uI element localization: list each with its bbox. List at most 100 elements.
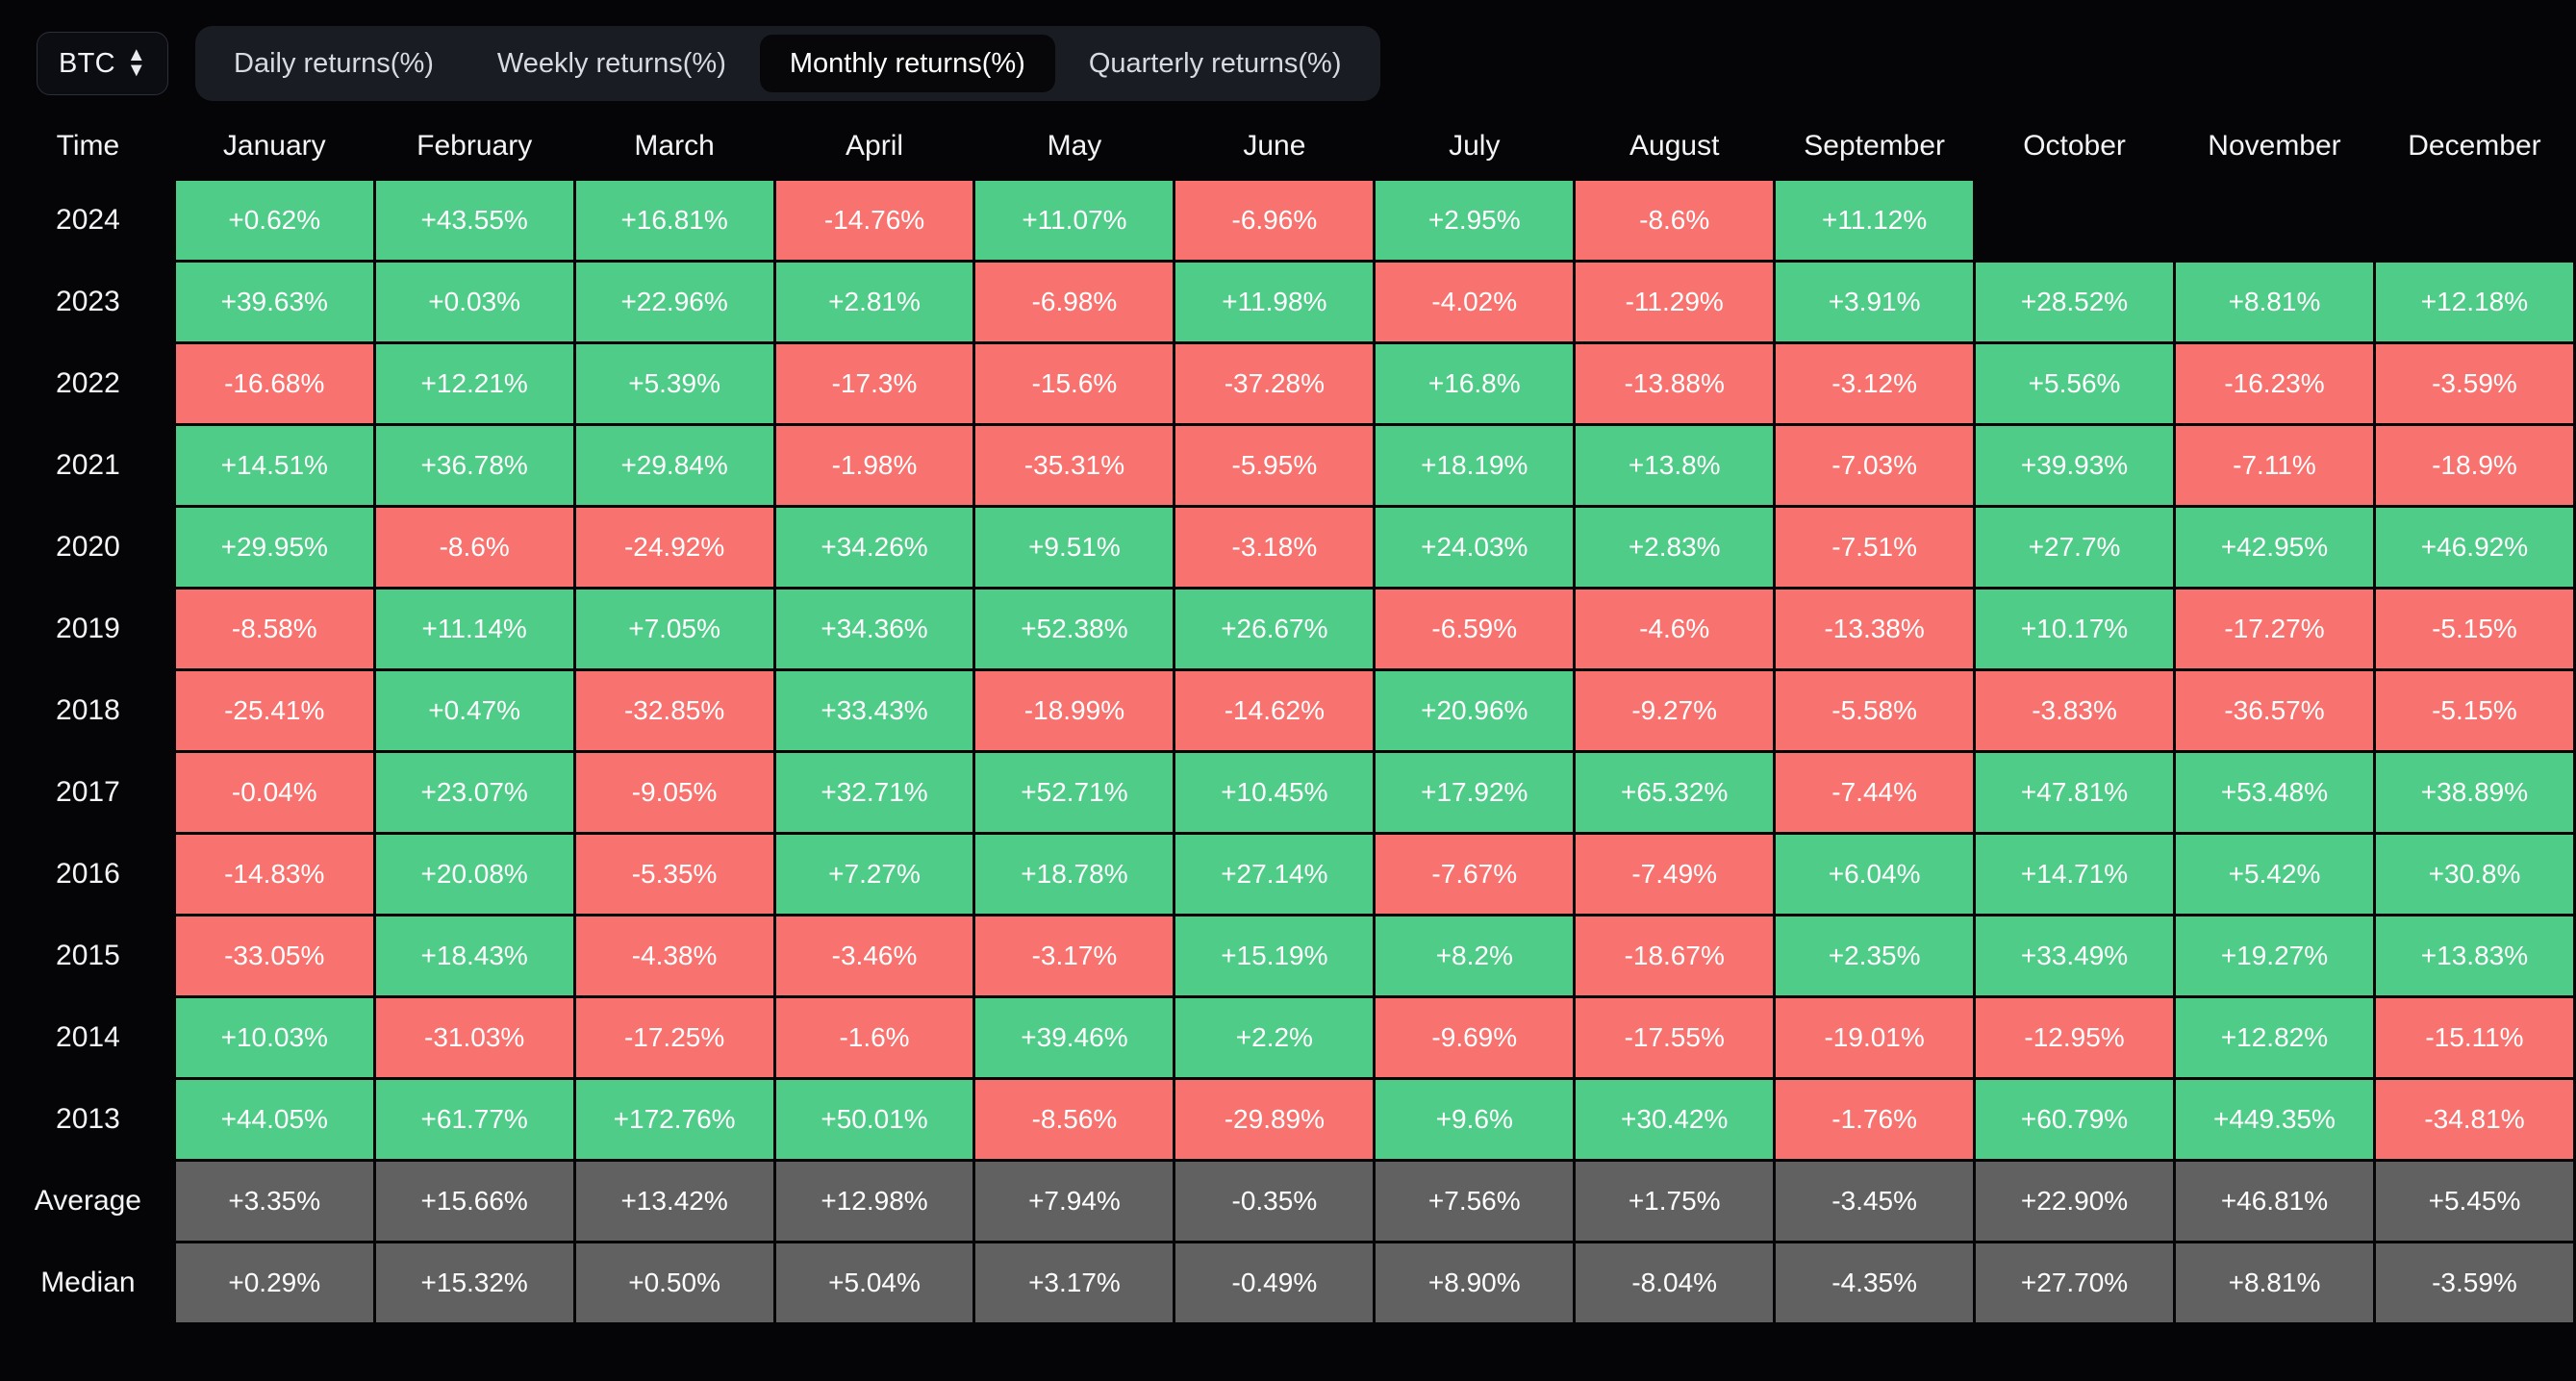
heatmap-cell[interactable]: +8.2% bbox=[1376, 916, 1574, 995]
heatmap-cell[interactable]: -13.38% bbox=[1776, 590, 1974, 668]
heatmap-cell[interactable]: +0.03% bbox=[375, 263, 573, 341]
heatmap-cell[interactable]: -17.3% bbox=[775, 344, 973, 423]
heatmap-cell[interactable]: -3.59% bbox=[2375, 344, 2573, 423]
heatmap-cell[interactable]: +5.42% bbox=[2176, 835, 2373, 914]
heatmap-cell[interactable]: +10.03% bbox=[175, 998, 373, 1077]
heatmap-cell[interactable]: +34.26% bbox=[775, 508, 973, 587]
heatmap-cell[interactable]: +7.56% bbox=[1376, 1162, 1574, 1241]
heatmap-cell[interactable]: -4.35% bbox=[1776, 1243, 1974, 1322]
heatmap-cell[interactable]: +53.48% bbox=[2176, 753, 2373, 832]
heatmap-cell[interactable]: -6.96% bbox=[1175, 181, 1374, 260]
heatmap-cell[interactable]: -8.56% bbox=[975, 1080, 1174, 1159]
heatmap-cell[interactable]: +18.78% bbox=[975, 835, 1174, 914]
heatmap-cell[interactable]: -1.98% bbox=[775, 426, 973, 505]
heatmap-cell[interactable]: -4.6% bbox=[1576, 590, 1774, 668]
heatmap-cell[interactable]: -14.83% bbox=[175, 835, 373, 914]
heatmap-cell[interactable]: +13.8% bbox=[1576, 426, 1774, 505]
heatmap-cell[interactable]: +8.81% bbox=[2176, 1243, 2373, 1322]
heatmap-cell[interactable]: +16.8% bbox=[1376, 344, 1574, 423]
heatmap-cell[interactable]: -3.18% bbox=[1175, 508, 1374, 587]
heatmap-cell[interactable]: +43.55% bbox=[375, 181, 573, 260]
heatmap-cell[interactable]: +11.98% bbox=[1175, 263, 1374, 341]
heatmap-cell[interactable]: -15.11% bbox=[2375, 998, 2573, 1077]
heatmap-cell[interactable]: -5.58% bbox=[1776, 671, 1974, 750]
heatmap-cell[interactable]: +36.78% bbox=[375, 426, 573, 505]
heatmap-cell[interactable]: +50.01% bbox=[775, 1080, 973, 1159]
heatmap-cell[interactable]: +47.81% bbox=[1976, 753, 2174, 832]
heatmap-cell[interactable]: +30.42% bbox=[1576, 1080, 1774, 1159]
heatmap-cell[interactable]: -8.04% bbox=[1576, 1243, 1774, 1322]
heatmap-cell[interactable]: -8.58% bbox=[175, 590, 373, 668]
heatmap-cell[interactable]: +12.21% bbox=[375, 344, 573, 423]
heatmap-cell[interactable]: -3.17% bbox=[975, 916, 1174, 995]
heatmap-cell[interactable]: +10.17% bbox=[1976, 590, 2174, 668]
heatmap-cell[interactable]: +24.03% bbox=[1376, 508, 1574, 587]
heatmap-cell[interactable]: -7.67% bbox=[1376, 835, 1574, 914]
heatmap-cell[interactable]: -16.23% bbox=[2176, 344, 2373, 423]
heatmap-cell[interactable]: -15.6% bbox=[975, 344, 1174, 423]
heatmap-cell[interactable]: -7.44% bbox=[1776, 753, 1974, 832]
tab-daily-returns[interactable]: Daily returns(%) bbox=[204, 35, 464, 92]
heatmap-cell[interactable]: +46.92% bbox=[2375, 508, 2573, 587]
heatmap-cell[interactable]: +2.81% bbox=[775, 263, 973, 341]
heatmap-cell[interactable]: +17.92% bbox=[1376, 753, 1574, 832]
heatmap-cell[interactable]: -3.83% bbox=[1976, 671, 2174, 750]
heatmap-cell[interactable]: -17.25% bbox=[575, 998, 773, 1077]
heatmap-cell[interactable]: +8.81% bbox=[2176, 263, 2373, 341]
heatmap-cell[interactable]: -18.67% bbox=[1576, 916, 1774, 995]
heatmap-cell[interactable]: -7.11% bbox=[2176, 426, 2373, 505]
tab-quarterly-returns[interactable]: Quarterly returns(%) bbox=[1059, 35, 1372, 92]
heatmap-cell[interactable]: +15.66% bbox=[375, 1162, 573, 1241]
heatmap-cell[interactable]: -18.99% bbox=[975, 671, 1174, 750]
heatmap-cell[interactable]: -5.15% bbox=[2375, 590, 2573, 668]
heatmap-cell[interactable]: +13.83% bbox=[2375, 916, 2573, 995]
heatmap-cell[interactable]: -5.15% bbox=[2375, 671, 2573, 750]
heatmap-cell[interactable]: +0.29% bbox=[175, 1243, 373, 1322]
heatmap-cell[interactable]: +20.08% bbox=[375, 835, 573, 914]
heatmap-cell[interactable]: +32.71% bbox=[775, 753, 973, 832]
heatmap-cell[interactable]: -19.01% bbox=[1776, 998, 1974, 1077]
heatmap-cell[interactable] bbox=[2376, 181, 2573, 260]
heatmap-cell[interactable]: +22.96% bbox=[575, 263, 773, 341]
heatmap-cell[interactable]: -5.95% bbox=[1175, 426, 1374, 505]
heatmap-cell[interactable]: +3.91% bbox=[1776, 263, 1974, 341]
heatmap-cell[interactable]: +28.52% bbox=[1976, 263, 2174, 341]
symbol-select[interactable]: BTC ▲ ▼ bbox=[37, 32, 169, 95]
heatmap-cell[interactable]: +0.62% bbox=[175, 181, 373, 260]
heatmap-cell[interactable]: +22.90% bbox=[1976, 1162, 2174, 1241]
heatmap-cell[interactable]: -3.12% bbox=[1776, 344, 1974, 423]
heatmap-cell[interactable]: -1.6% bbox=[775, 998, 973, 1077]
heatmap-cell[interactable]: -29.89% bbox=[1175, 1080, 1374, 1159]
heatmap-cell[interactable]: +14.51% bbox=[175, 426, 373, 505]
heatmap-cell[interactable]: -6.98% bbox=[975, 263, 1174, 341]
heatmap-cell[interactable]: +172.76% bbox=[575, 1080, 773, 1159]
heatmap-cell[interactable]: -3.45% bbox=[1776, 1162, 1974, 1241]
heatmap-cell[interactable]: +39.46% bbox=[975, 998, 1174, 1077]
heatmap-cell[interactable]: +12.98% bbox=[775, 1162, 973, 1241]
heatmap-cell[interactable]: +42.95% bbox=[2176, 508, 2373, 587]
heatmap-cell[interactable]: -7.51% bbox=[1776, 508, 1974, 587]
heatmap-cell[interactable]: -24.92% bbox=[575, 508, 773, 587]
heatmap-cell[interactable]: +27.7% bbox=[1976, 508, 2174, 587]
heatmap-cell[interactable]: +11.14% bbox=[375, 590, 573, 668]
heatmap-cell[interactable] bbox=[1976, 181, 2173, 260]
heatmap-cell[interactable]: -8.6% bbox=[1576, 181, 1774, 260]
heatmap-cell[interactable]: +44.05% bbox=[175, 1080, 373, 1159]
heatmap-cell[interactable]: -11.29% bbox=[1576, 263, 1774, 341]
heatmap-cell[interactable]: +5.56% bbox=[1976, 344, 2174, 423]
heatmap-cell[interactable]: +27.70% bbox=[1976, 1243, 2174, 1322]
heatmap-cell[interactable]: -0.04% bbox=[175, 753, 373, 832]
heatmap-cell[interactable]: +18.19% bbox=[1376, 426, 1574, 505]
heatmap-cell[interactable]: -6.59% bbox=[1376, 590, 1574, 668]
heatmap-cell[interactable]: -7.03% bbox=[1776, 426, 1974, 505]
heatmap-cell[interactable]: +7.05% bbox=[575, 590, 773, 668]
heatmap-cell[interactable]: -16.68% bbox=[175, 344, 373, 423]
heatmap-cell[interactable]: +23.07% bbox=[375, 753, 573, 832]
tab-weekly-returns[interactable]: Weekly returns(%) bbox=[467, 35, 756, 92]
heatmap-cell[interactable]: +33.43% bbox=[775, 671, 973, 750]
heatmap-cell[interactable]: +29.95% bbox=[175, 508, 373, 587]
heatmap-cell[interactable]: +2.95% bbox=[1376, 181, 1574, 260]
heatmap-cell[interactable]: -8.6% bbox=[375, 508, 573, 587]
heatmap-cell[interactable]: -17.27% bbox=[2176, 590, 2373, 668]
heatmap-cell[interactable] bbox=[2176, 181, 2373, 260]
